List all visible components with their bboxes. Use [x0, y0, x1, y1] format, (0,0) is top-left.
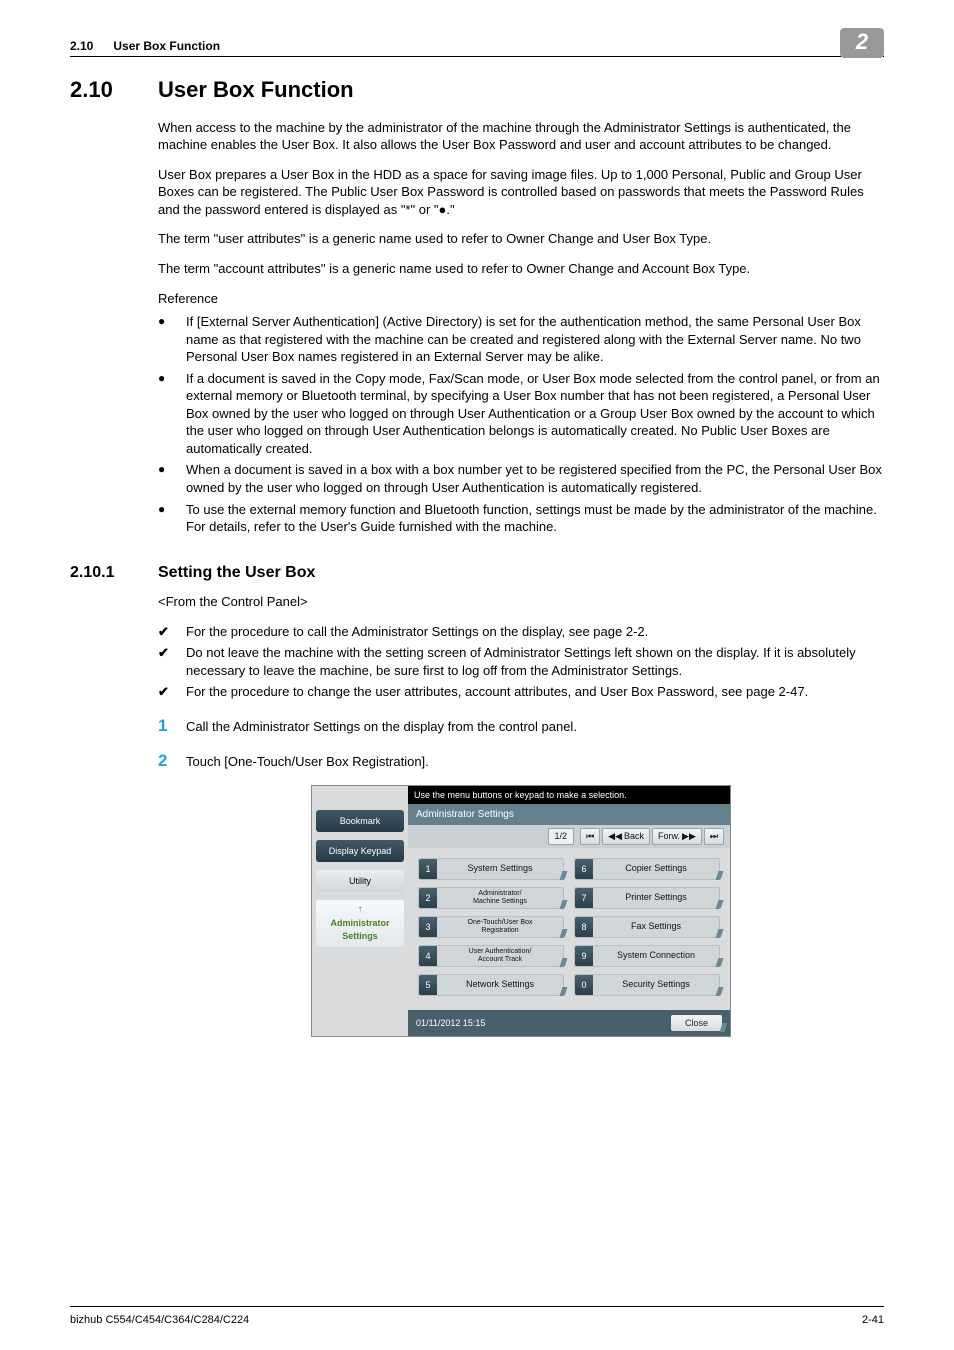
sub-caption: <From the Control Panel>: [158, 593, 884, 611]
paragraph: The term "account attributes" is a gener…: [158, 260, 884, 278]
paragraph: User Box prepares a User Box in the HDD …: [158, 166, 884, 219]
first-page-button[interactable]: ⏮: [580, 828, 600, 844]
paragraph: When access to the machine by the admini…: [158, 119, 884, 154]
header-section-number: 2.10: [70, 38, 93, 54]
subsection-heading: 2.10.1 Setting the User Box: [70, 562, 884, 584]
section-heading-number: 2.10: [70, 75, 158, 105]
panel-left-tabs: Bookmark Display Keypad Utility ↑ Admini…: [312, 804, 408, 1036]
tab-label: Administrator Settings: [318, 917, 402, 941]
list-item: When a document is saved in a box with a…: [186, 461, 884, 496]
panel-footer: 01/11/2012 15:15 Close: [408, 1010, 730, 1036]
option-security-settings[interactable]: 0Security Settings: [574, 974, 720, 996]
header-section-title: User Box Function: [113, 38, 220, 54]
option-user-auth-account-track[interactable]: 4User Authentication/ Account Track: [418, 945, 564, 967]
check-icon: ✔: [158, 644, 186, 679]
section-heading: 2.10 User Box Function: [70, 75, 884, 105]
last-page-button[interactable]: ⏭: [704, 828, 724, 844]
panel-toolbar: 1/2 ⏮ ◀◀Back Forw.▶▶ ⏭: [408, 825, 730, 847]
option-admin-machine-settings[interactable]: 2Administrator/ Machine Settings: [418, 887, 564, 909]
tab-administrator-settings[interactable]: ↑ Administrator Settings: [316, 900, 404, 946]
panel-datetime: 01/11/2012 15:15: [416, 1017, 671, 1029]
back-button[interactable]: ◀◀Back: [602, 828, 650, 844]
subsection-number: 2.10.1: [70, 562, 158, 584]
list-item: If [External Server Authentication] (Act…: [186, 313, 884, 366]
prerequisite-list: ✔For the procedure to call the Administr…: [158, 623, 884, 701]
bullet-icon: ●: [158, 370, 186, 458]
page-indicator: 1/2: [548, 828, 575, 844]
control-panel-screenshot: Use the menu buttons or keypad to make a…: [311, 785, 731, 1037]
footer-page-number: 2-41: [862, 1313, 884, 1328]
forward-button[interactable]: Forw.▶▶: [652, 828, 702, 844]
back-label: Back: [624, 830, 644, 842]
option-copier-settings[interactable]: 6Copier Settings: [574, 858, 720, 880]
panel-instruction-bar: Use the menu buttons or keypad to make a…: [408, 786, 730, 804]
step-number: 1: [158, 715, 186, 738]
option-network-settings[interactable]: 5Network Settings: [418, 974, 564, 996]
subsection-title: Setting the User Box: [158, 562, 315, 584]
step-list: 1Call the Administrator Settings on the …: [158, 715, 884, 773]
option-system-settings[interactable]: 1System Settings: [418, 858, 564, 880]
list-item: Do not leave the machine with the settin…: [186, 644, 884, 679]
forward-label: Forw.: [658, 830, 680, 842]
bullet-icon: ●: [158, 461, 186, 496]
settings-grid: 1System Settings 6Copier Settings 2Admin…: [408, 848, 730, 1004]
arrow-up-icon: ↑: [358, 905, 363, 915]
step-number: 2: [158, 750, 186, 773]
step-text: Touch [One-Touch/User Box Registration].: [186, 750, 884, 771]
first-icon: ⏮: [586, 830, 594, 842]
close-button[interactable]: Close: [671, 1015, 722, 1031]
panel-subheading: Administrator Settings: [408, 804, 730, 826]
tab-display-keypad[interactable]: Display Keypad: [316, 840, 404, 862]
option-fax-settings[interactable]: 8Fax Settings: [574, 916, 720, 938]
option-one-touch-user-box[interactable]: 3One-Touch/User Box Registration: [418, 916, 564, 938]
option-system-connection[interactable]: 9System Connection: [574, 945, 720, 967]
back-icon: ◀◀: [608, 830, 622, 842]
option-printer-settings[interactable]: 7Printer Settings: [574, 887, 720, 909]
chapter-badge: 2: [840, 28, 884, 58]
list-item: If a document is saved in the Copy mode,…: [186, 370, 884, 458]
bullet-icon: ●: [158, 501, 186, 536]
step-text: Call the Administrator Settings on the d…: [186, 715, 884, 736]
forward-icon: ▶▶: [682, 830, 696, 842]
reference-list: ●If [External Server Authentication] (Ac…: [158, 313, 884, 536]
paragraph: The term "user attributes" is a generic …: [158, 230, 884, 248]
bullet-icon: ●: [158, 313, 186, 366]
check-icon: ✔: [158, 623, 186, 641]
tab-utility[interactable]: Utility: [316, 870, 404, 892]
list-item: To use the external memory function and …: [186, 501, 884, 536]
tab-bookmark[interactable]: Bookmark: [316, 810, 404, 832]
check-icon: ✔: [158, 683, 186, 701]
footer-model: bizhub C554/C454/C364/C284/C224: [70, 1313, 249, 1328]
list-item: For the procedure to change the user att…: [186, 683, 884, 701]
last-icon: ⏭: [710, 830, 718, 842]
section-heading-title: User Box Function: [158, 75, 354, 105]
list-item: For the procedure to call the Administra…: [186, 623, 884, 641]
reference-label: Reference: [158, 290, 884, 308]
